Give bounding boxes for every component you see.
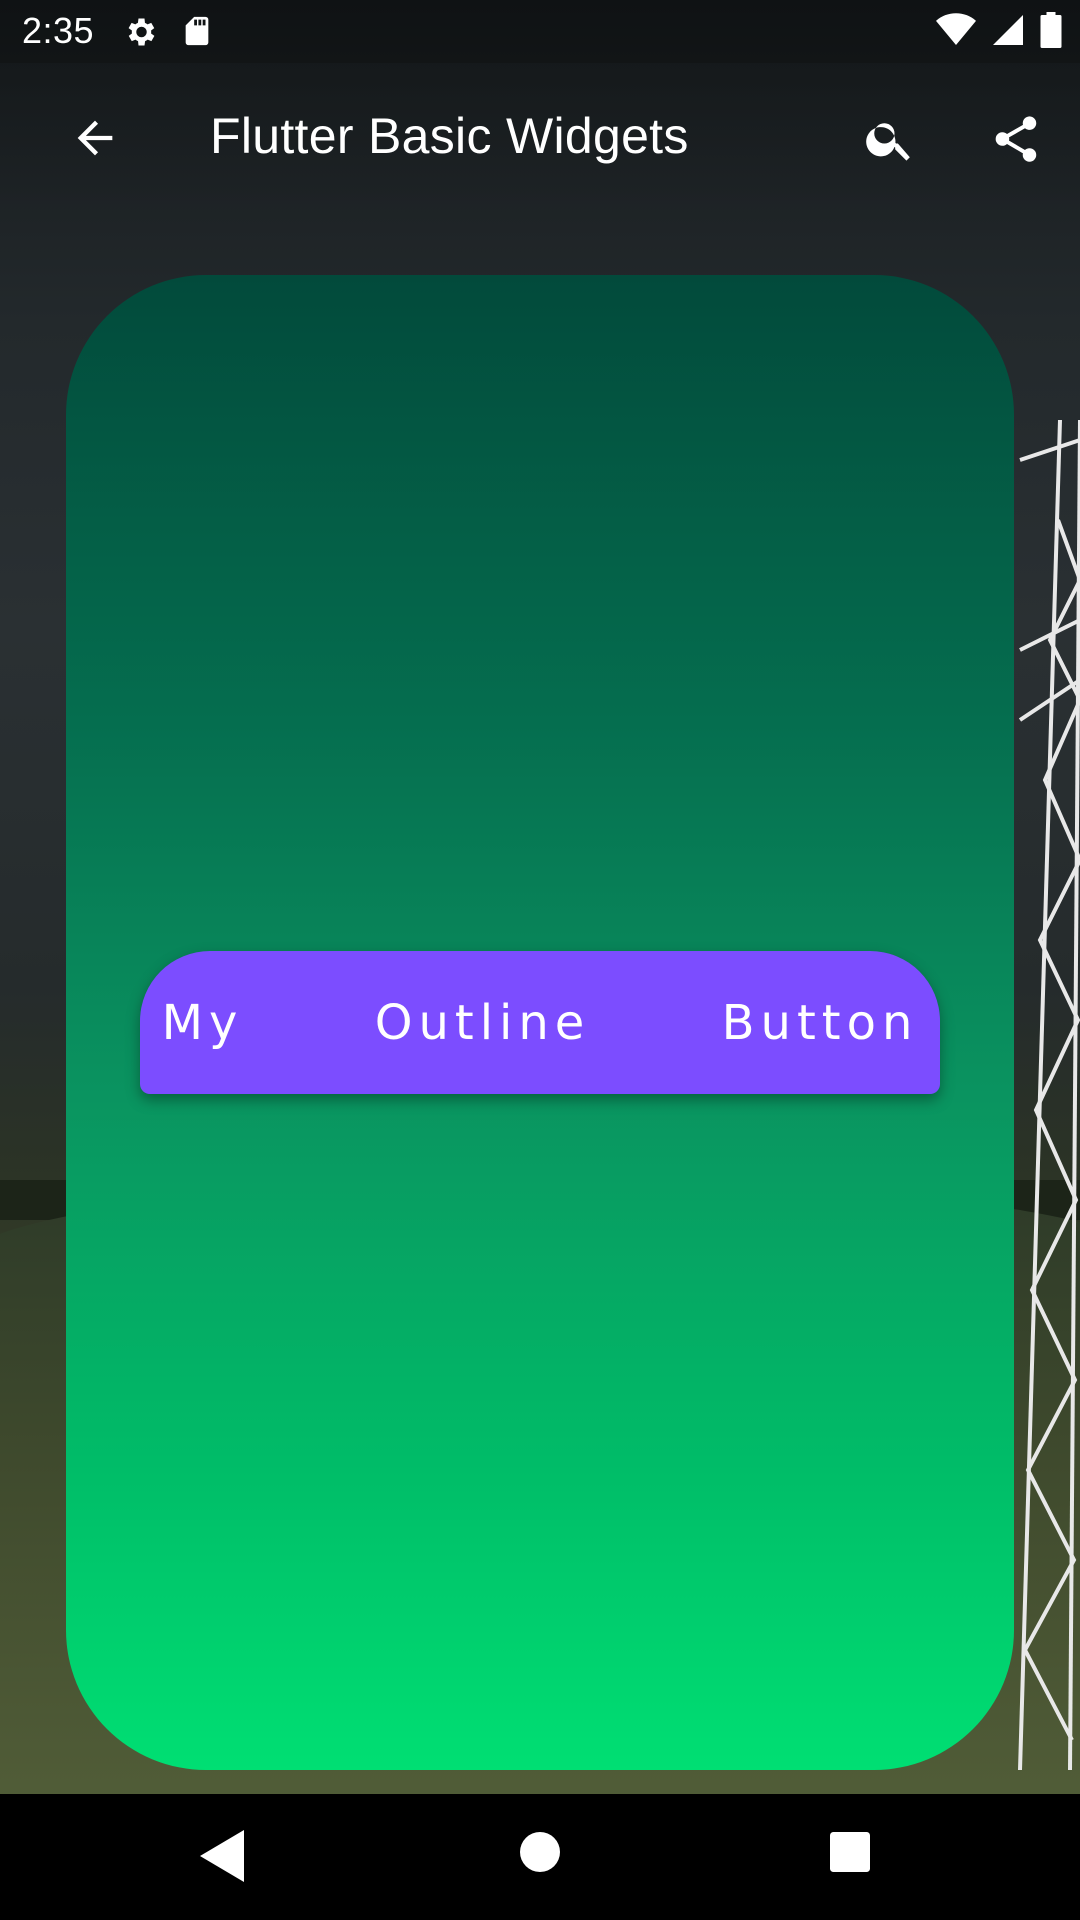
status-bar: 2:35	[0, 0, 1080, 63]
page-title: Flutter Basic Widgets	[210, 108, 689, 164]
back-arrow-icon	[77, 120, 113, 156]
my-outline-button[interactable]: My Outline Button	[140, 951, 940, 1094]
search-icon	[866, 123, 910, 161]
settings-icon	[128, 18, 155, 46]
share-button[interactable]	[980, 103, 1052, 175]
status-time: 2:35	[22, 10, 95, 51]
recents-square-icon[interactable]	[830, 1832, 870, 1872]
system-nav-bar	[0, 1794, 1080, 1920]
signal-icon	[993, 15, 1023, 45]
search-button[interactable]	[854, 103, 926, 175]
sd-card-icon	[185, 16, 209, 46]
battery-icon	[1040, 12, 1062, 48]
back-triangle-icon[interactable]	[200, 1830, 248, 1882]
wifi-icon	[936, 13, 976, 46]
share-icon	[995, 116, 1037, 162]
button-label: My Outline Button	[161, 994, 919, 1051]
app-bar: Flutter Basic Widgets	[0, 63, 1080, 210]
home-circle-icon[interactable]	[520, 1832, 560, 1872]
back-button[interactable]	[62, 105, 128, 171]
